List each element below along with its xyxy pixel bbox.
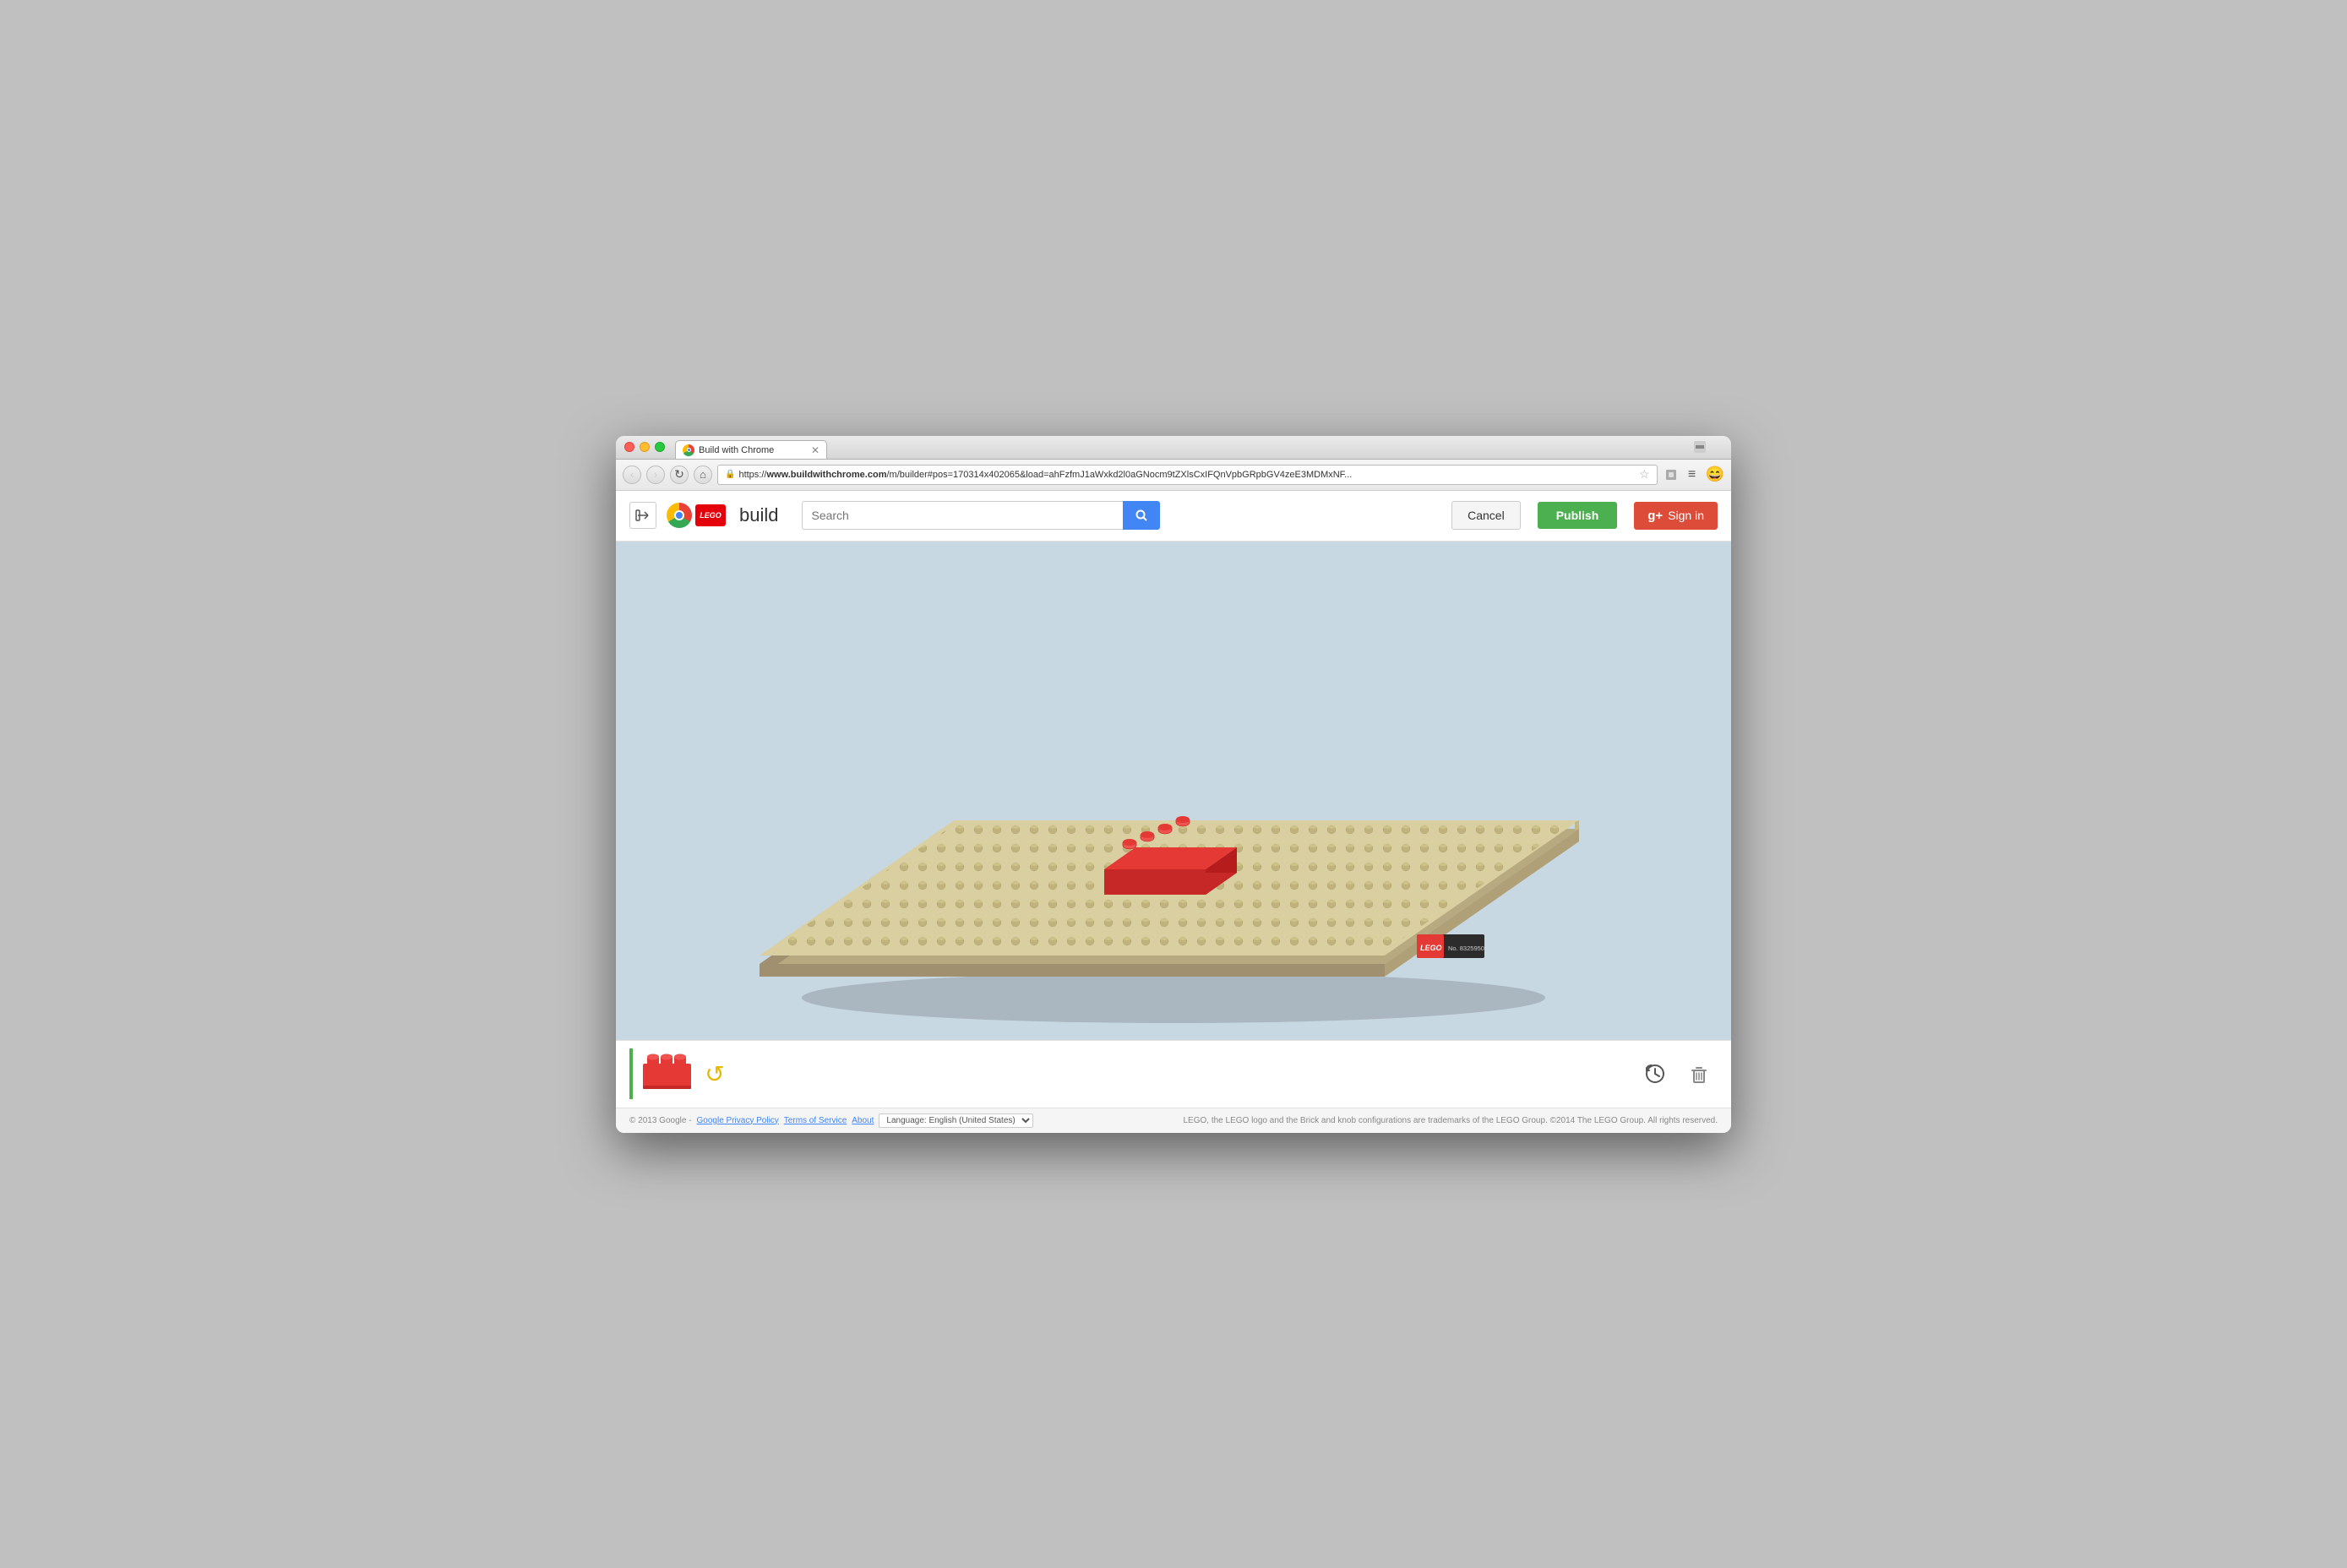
- terms-of-service-link[interactable]: Terms of Service: [784, 1116, 847, 1125]
- window-resize-btn[interactable]: [1694, 441, 1706, 453]
- back-button[interactable]: ‹: [623, 466, 641, 484]
- bottom-toolbar: ↺: [616, 1040, 1731, 1108]
- logo-group: LEGO: [667, 503, 726, 528]
- lego-scene-svg: LEGO No. 8325950: [616, 542, 1731, 1040]
- url-domain: www.buildwithchrome.com: [766, 470, 886, 480]
- search-input[interactable]: [802, 501, 1123, 530]
- home-button[interactable]: ⌂: [694, 466, 712, 484]
- svg-text:LEGO: LEGO: [1420, 944, 1442, 952]
- maximize-button[interactable]: [655, 442, 665, 452]
- chrome-logo: [667, 503, 692, 528]
- privacy-policy-link[interactable]: Google Privacy Policy: [697, 1116, 779, 1125]
- lego-logo: LEGO: [695, 504, 726, 526]
- url-path: /m/builder#pos=170314x402065&load=ahFzfm…: [886, 470, 1352, 480]
- forward-button[interactable]: ›: [646, 466, 665, 484]
- extensions-btn[interactable]: [1663, 466, 1680, 483]
- menu-btn[interactable]: ≡: [1684, 466, 1701, 483]
- brick-preview-container[interactable]: [640, 1048, 694, 1099]
- minimize-button[interactable]: [640, 442, 650, 452]
- about-link[interactable]: About: [852, 1116, 874, 1125]
- tab-favicon-inner: [687, 448, 691, 452]
- browser-tab[interactable]: Build with Chrome ✕: [675, 440, 827, 459]
- footer-copyright: © 2013 Google -: [629, 1116, 692, 1125]
- bookmark-icon[interactable]: ☆: [1639, 467, 1650, 482]
- lego-copyright: LEGO, the LEGO logo and the Brick and kn…: [1183, 1116, 1718, 1125]
- refresh-button[interactable]: ↻: [670, 466, 689, 484]
- trash-icon: [1687, 1062, 1711, 1086]
- app-header: LEGO build Cancel Publish g+ Sign in: [616, 491, 1731, 542]
- emoji-icon: 😄: [1706, 466, 1724, 483]
- tab-title-text: Build with Chrome: [699, 445, 807, 455]
- app-title: build: [739, 504, 778, 526]
- browser-nav-bar: ‹ › ↻ ⌂ 🔒 https://www.buildwithchrome.co…: [616, 460, 1731, 491]
- brick-preview-svg: [640, 1048, 694, 1095]
- history-button[interactable]: [1636, 1055, 1674, 1092]
- gplus-icon: g+: [1647, 509, 1663, 523]
- ssl-icon: 🔒: [725, 470, 735, 479]
- rotate-button[interactable]: ↺: [698, 1057, 732, 1091]
- cancel-button[interactable]: Cancel: [1451, 501, 1521, 530]
- signin-label: Sign in: [1668, 509, 1704, 522]
- search-button[interactable]: [1123, 501, 1160, 530]
- language-select[interactable]: Language: English (United States): [879, 1113, 1033, 1128]
- title-bar: Build with Chrome ✕: [616, 436, 1731, 460]
- chrome-actions: ≡: [1663, 466, 1701, 483]
- close-button[interactable]: [624, 442, 634, 452]
- brick-selector: [629, 1048, 694, 1099]
- google-plus-signin-button[interactable]: g+ Sign in: [1634, 502, 1718, 530]
- traffic-lights: [624, 442, 665, 452]
- tab-bar: Build with Chrome ✕: [675, 436, 1689, 460]
- canvas-area[interactable]: LEGO No. 8325950: [616, 542, 1731, 1040]
- share-button[interactable]: [629, 502, 656, 529]
- tab-favicon: [683, 444, 694, 456]
- search-group: [802, 501, 1160, 530]
- svg-text:No. 8325950: No. 8325950: [1448, 945, 1484, 952]
- mac-window: Build with Chrome ✕ ‹ › ↻ ⌂ 🔒 https://ww…: [616, 436, 1731, 1133]
- app-footer: © 2013 Google - Google Privacy Policy Te…: [616, 1108, 1731, 1133]
- publish-button[interactable]: Publish: [1538, 502, 1618, 529]
- history-icon: [1643, 1062, 1667, 1086]
- tab-close-icon[interactable]: ✕: [811, 444, 820, 456]
- url-text: https://www.buildwithchrome.com/m/builde…: [738, 470, 1352, 480]
- delete-button[interactable]: [1680, 1055, 1718, 1092]
- chrome-logo-inner: [674, 510, 684, 520]
- url-prefix: https://: [738, 470, 766, 480]
- address-bar[interactable]: 🔒 https://www.buildwithchrome.com/m/buil…: [717, 465, 1658, 485]
